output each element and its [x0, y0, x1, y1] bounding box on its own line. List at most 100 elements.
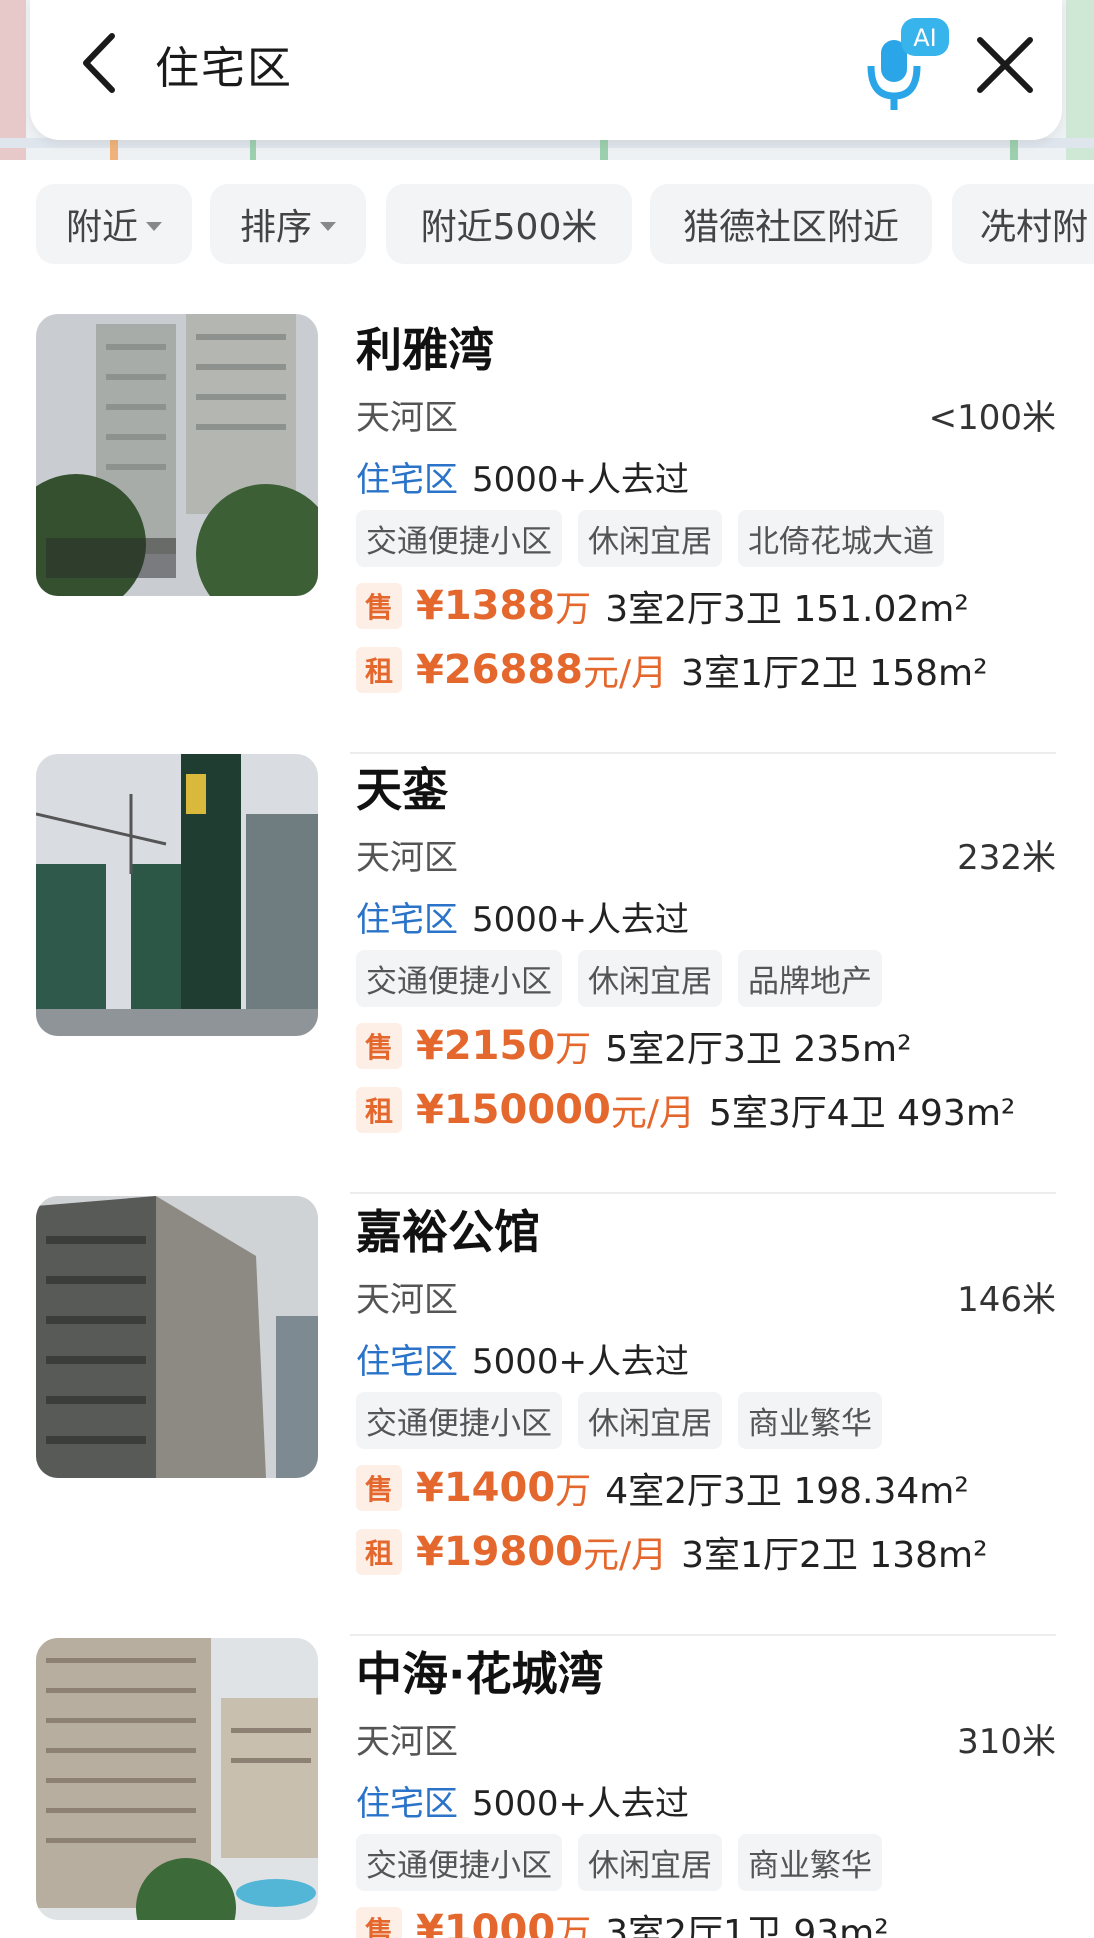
listing-photo	[36, 1196, 318, 1478]
visit-count: 5000+人去过	[472, 1342, 690, 1382]
rent-amount: ¥150000	[416, 1087, 611, 1133]
rent-detail: 5室3厅4卫 493m²	[708, 1093, 1016, 1134]
tag: 交通便捷小区	[356, 510, 562, 567]
filter-label: 猎德社区附近	[682, 207, 899, 248]
rent-unit: 元/月	[583, 1535, 668, 1576]
filter-label: 排序	[239, 207, 312, 248]
category-label: 住宅区	[356, 900, 458, 940]
tag: 休闲宜居	[578, 510, 722, 567]
listing-distance: 146米	[957, 1280, 1056, 1320]
filter-label: 冼村附	[980, 207, 1089, 248]
listing-district: 天河区	[356, 398, 458, 438]
sale-price-line: 售 ¥1400 万 4室2厅3卫 198.34m²	[356, 1462, 969, 1514]
tag-list: 交通便捷小区 休闲宜居 北倚花城大道	[356, 510, 944, 567]
listing-name: 天銮	[356, 763, 448, 817]
caret-down-icon	[320, 221, 336, 231]
category-line: 住宅区 5000+人去过	[356, 452, 689, 501]
listing-photo	[36, 754, 318, 1036]
rent-badge: 租	[356, 647, 402, 693]
listing-name: 利雅湾	[356, 323, 494, 377]
tag: 休闲宜居	[578, 1834, 722, 1891]
filter-liede-community[interactable]: 猎德社区附近	[650, 184, 932, 264]
visit-count: 5000+人去过	[472, 900, 690, 940]
sale-amount: ¥1000	[416, 1907, 556, 1938]
filter-sort-dropdown[interactable]: 排序	[210, 184, 366, 264]
sale-price-line: 售 ¥1000 万 3室2厅1卫 93m²	[356, 1904, 889, 1938]
sale-amount: ¥2150	[416, 1023, 556, 1069]
listing-name: 中海·花城湾	[356, 1647, 604, 1701]
sale-detail: 3室2厅1卫 93m²	[605, 1913, 889, 1938]
search-header: 住宅区 AI	[30, 0, 1062, 140]
listing-card[interactable]: 天銮 天河区 232米 住宅区 5000+人去过 交通便捷小区 休闲宜居 品牌地产…	[0, 754, 1094, 1194]
category-label: 住宅区	[356, 1342, 458, 1382]
sale-price-line: 售 ¥1388 万 3室2厅3卫 151.02m²	[356, 580, 969, 632]
visit-count: 5000+人去过	[472, 460, 690, 500]
sale-badge: 售	[356, 1465, 402, 1511]
sale-detail: 4室2厅3卫 198.34m²	[605, 1471, 969, 1512]
rent-badge: 租	[356, 1529, 402, 1575]
listing-district: 天河区	[356, 1280, 458, 1320]
sale-badge: 售	[356, 583, 402, 629]
sale-badge: 售	[356, 1023, 402, 1069]
rent-price-line: 租 ¥150000 元/月 5室3厅4卫 493m²	[356, 1084, 1015, 1136]
rent-detail: 3室1厅2卫 158m²	[681, 653, 988, 694]
rent-unit: 元/月	[610, 1093, 695, 1134]
listing-distance: 310米	[957, 1722, 1056, 1762]
listing-photo	[36, 1638, 318, 1920]
tag: 北倚花城大道	[738, 510, 944, 567]
listing-name: 嘉裕公馆	[356, 1205, 540, 1259]
rent-price-line: 租 ¥19800 元/月 3室1厅2卫 138m²	[356, 1526, 988, 1578]
tag-list: 交通便捷小区 休闲宜居 商业繁华	[356, 1834, 882, 1891]
listing-district: 天河区	[356, 838, 458, 878]
ai-voice-button[interactable]: AI	[855, 14, 955, 114]
filter-nearby-500m[interactable]: 附近500米	[386, 184, 632, 264]
tag: 交通便捷小区	[356, 1834, 562, 1891]
tag: 商业繁华	[738, 1834, 882, 1891]
sale-badge: 售	[356, 1907, 402, 1938]
rent-amount: ¥26888	[416, 647, 583, 693]
close-icon	[977, 37, 1033, 93]
filter-label: 附近500米	[420, 207, 598, 248]
sale-amount: ¥1388	[416, 583, 556, 629]
sale-price-line: 售 ¥2150 万 5室2厅3卫 235m²	[356, 1020, 912, 1072]
filter-label: 附近	[65, 207, 138, 248]
tag: 交通便捷小区	[356, 1392, 562, 1449]
tag: 商业繁华	[738, 1392, 882, 1449]
back-button[interactable]	[70, 28, 130, 98]
filter-bar: 附近 排序 附近500米 猎德社区附近 冼村附	[0, 160, 1094, 270]
divider	[350, 1192, 1056, 1194]
rent-badge: 租	[356, 1087, 402, 1133]
tag: 休闲宜居	[578, 1392, 722, 1449]
sale-amount: ¥1400	[416, 1465, 556, 1511]
tag-list: 交通便捷小区 休闲宜居 商业繁华	[356, 1392, 882, 1449]
tag-list: 交通便捷小区 休闲宜居 品牌地产	[356, 950, 882, 1007]
listing-distance: 232米	[957, 838, 1056, 878]
close-button[interactable]	[970, 30, 1040, 100]
category-label: 住宅区	[356, 1784, 458, 1824]
search-input[interactable]: 住宅区	[155, 32, 293, 96]
visit-count: 5000+人去过	[472, 1784, 690, 1824]
category-line: 住宅区 5000+人去过	[356, 1776, 689, 1825]
sale-detail: 5室2厅3卫 235m²	[605, 1029, 912, 1070]
tag: 休闲宜居	[578, 950, 722, 1007]
listing-card[interactable]: 嘉裕公馆 天河区 146米 住宅区 5000+人去过 交通便捷小区 休闲宜居 商业…	[0, 1196, 1094, 1636]
listing-card[interactable]: 中海·花城湾 天河区 310米 住宅区 5000+人去过 交通便捷小区 休闲宜居 …	[0, 1638, 1094, 1938]
rent-price-line: 租 ¥26888 元/月 3室1厅2卫 158m²	[356, 644, 988, 696]
sale-unit: 万	[555, 589, 592, 630]
category-line: 住宅区 5000+人去过	[356, 1334, 689, 1383]
caret-down-icon	[146, 221, 162, 231]
rent-unit: 元/月	[583, 653, 668, 694]
sale-unit: 万	[555, 1029, 592, 1070]
filter-nearby-dropdown[interactable]: 附近	[36, 184, 192, 264]
category-label: 住宅区	[356, 460, 458, 500]
divider	[350, 1634, 1056, 1636]
ai-label: AI	[913, 24, 937, 52]
listing-district: 天河区	[356, 1722, 458, 1762]
sale-unit: 万	[555, 1913, 592, 1938]
rent-detail: 3室1厅2卫 138m²	[681, 1535, 988, 1576]
listing-card[interactable]: 利雅湾 天河区 <100米 住宅区 5000+人去过 交通便捷小区 休闲宜居 北倚…	[0, 314, 1094, 754]
filter-xiancun[interactable]: 冼村附	[952, 184, 1094, 264]
listing-photo	[36, 314, 318, 596]
category-line: 住宅区 5000+人去过	[356, 892, 689, 941]
chevron-left-icon	[83, 33, 115, 93]
